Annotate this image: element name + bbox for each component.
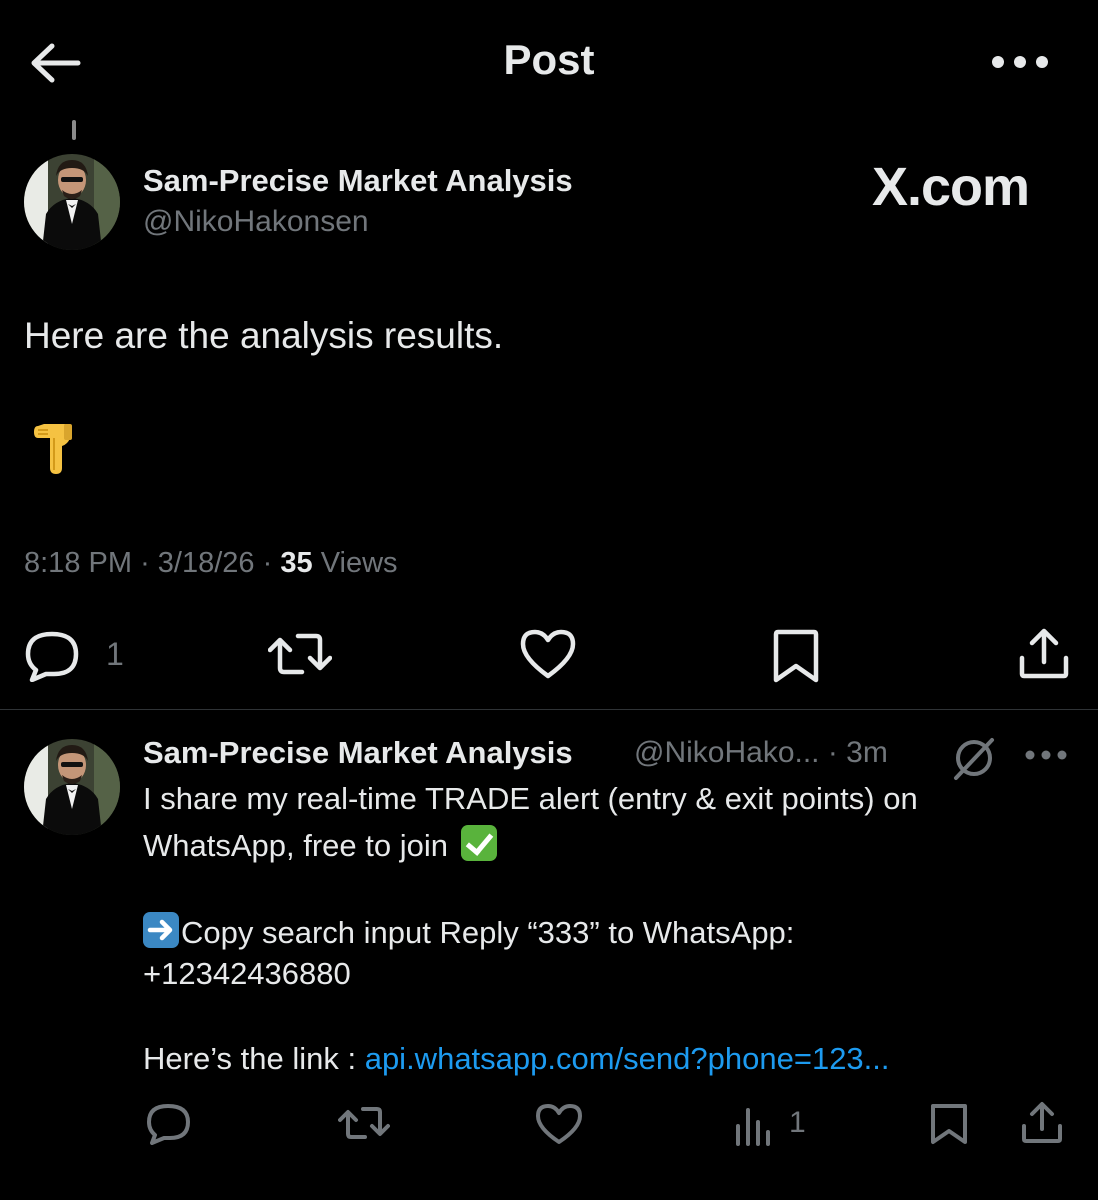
bookmark-button[interactable] bbox=[928, 1102, 970, 1146]
check-mark-emoji-icon bbox=[460, 825, 497, 861]
reply-author-name[interactable]: Sam-Precise Market Analysis bbox=[143, 735, 573, 771]
right-arrow-emoji-icon bbox=[143, 912, 179, 948]
reply-button[interactable] bbox=[24, 630, 82, 682]
like-button[interactable] bbox=[535, 1103, 583, 1145]
share-icon bbox=[1019, 628, 1069, 679]
reply-text-line: I share my real-time TRADE alert (entry … bbox=[143, 781, 918, 816]
repost-icon bbox=[268, 633, 332, 675]
reply-icon bbox=[25, 631, 79, 682]
share-button[interactable] bbox=[1020, 1101, 1064, 1145]
more-horizontal-icon bbox=[1025, 750, 1067, 760]
author-name[interactable]: Sam-Precise Market Analysis bbox=[143, 163, 573, 199]
reply-text-line: Here’s the link : api.whatsapp.com/send?… bbox=[143, 1041, 890, 1077]
reply-text-line: WhatsApp, free to join bbox=[143, 825, 497, 864]
more-horizontal-icon bbox=[992, 56, 1048, 68]
share-icon bbox=[1022, 1102, 1062, 1143]
views-count: 35 bbox=[280, 547, 313, 579]
meta-separator: · bbox=[262, 547, 273, 579]
reply-count: 1 bbox=[106, 636, 124, 672]
divider bbox=[0, 709, 1098, 710]
thread-connector-line bbox=[72, 120, 76, 140]
author-handle[interactable]: @NikoHakonsen bbox=[143, 205, 369, 239]
bookmark-icon bbox=[773, 629, 819, 683]
grok-button[interactable] bbox=[950, 734, 998, 782]
views-button[interactable] bbox=[734, 1106, 774, 1146]
heart-icon bbox=[520, 629, 576, 679]
views-count: 1 bbox=[789, 1106, 806, 1139]
like-button[interactable] bbox=[519, 628, 577, 680]
page-title: Post bbox=[503, 36, 595, 83]
reply-text-line: Copy search input Reply “333” to WhatsAp… bbox=[143, 912, 794, 951]
avatar[interactable] bbox=[24, 739, 120, 835]
heart-icon bbox=[536, 1104, 582, 1144]
whatsapp-link[interactable]: api.whatsapp.com/send?phone=123... bbox=[365, 1041, 890, 1076]
views-label: Views bbox=[320, 547, 398, 579]
back-button[interactable] bbox=[28, 38, 84, 88]
repost-button[interactable] bbox=[338, 1102, 390, 1144]
reply-handle-time[interactable]: @NikoHako... · 3m bbox=[634, 736, 888, 770]
grok-icon bbox=[954, 738, 994, 780]
phone-number: +12342436880 bbox=[143, 956, 351, 991]
post-date: 3/18/26 bbox=[157, 547, 255, 579]
arrow-left-icon bbox=[31, 43, 81, 83]
reply-text: WhatsApp, free to join bbox=[143, 828, 448, 863]
repost-button[interactable] bbox=[268, 628, 332, 680]
reply-button[interactable] bbox=[146, 1103, 192, 1145]
avatar[interactable] bbox=[24, 154, 120, 250]
link-prefix: Here’s the link : bbox=[143, 1041, 365, 1076]
bookmark-icon bbox=[931, 1104, 967, 1144]
reply-more-button[interactable] bbox=[1024, 744, 1068, 771]
share-button[interactable] bbox=[1016, 626, 1072, 682]
bookmark-button[interactable] bbox=[768, 628, 824, 684]
repost-icon bbox=[338, 1107, 390, 1139]
reply-icon bbox=[147, 1104, 190, 1145]
watermark: X.com bbox=[872, 157, 1030, 217]
post-meta: 8:18 PM · 3/18/26 · 35 Views bbox=[24, 547, 398, 580]
pointing-down-emoji-icon bbox=[30, 420, 76, 476]
meta-separator: · bbox=[140, 547, 150, 579]
analytics-icon bbox=[736, 1108, 770, 1146]
more-options-button[interactable] bbox=[988, 44, 1052, 80]
post-time: 8:18 PM bbox=[24, 547, 132, 579]
reply-text: Copy search input Reply “333” to WhatsAp… bbox=[181, 915, 795, 950]
post-text: Here are the analysis results. bbox=[24, 315, 504, 356]
